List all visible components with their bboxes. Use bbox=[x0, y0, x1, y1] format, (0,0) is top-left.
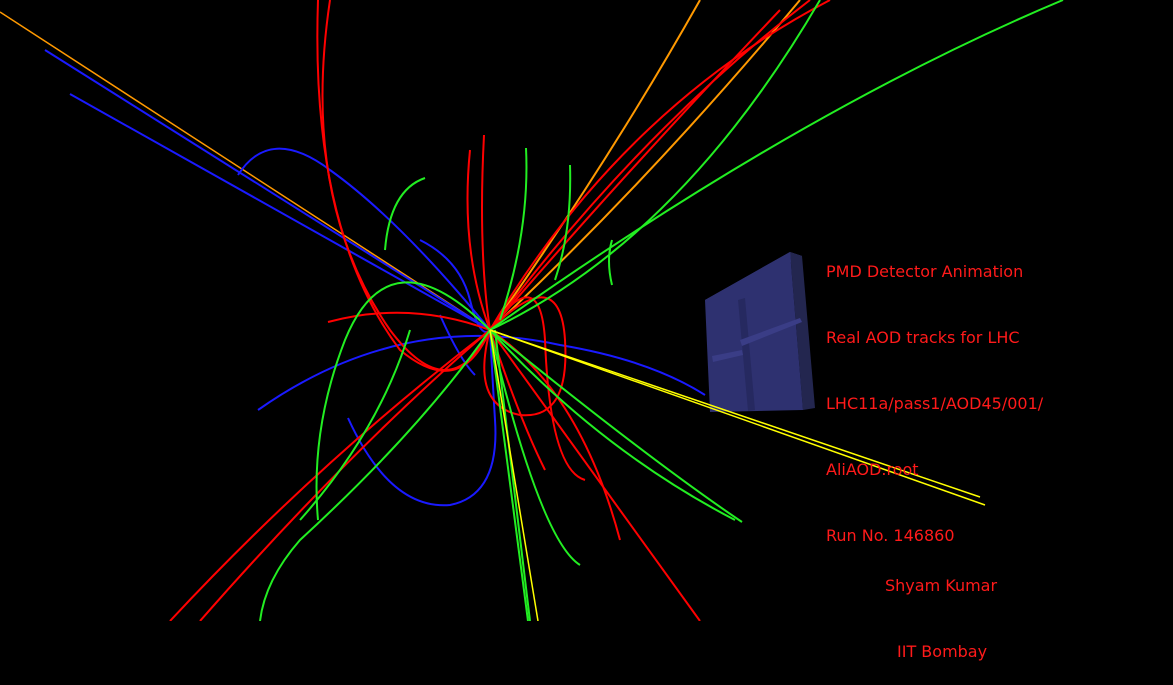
info-title: PMD Detector Animation bbox=[826, 262, 1024, 281]
info-file-name: AliAOD.root bbox=[826, 460, 919, 479]
author-credit: Shyam Kumar IIT Bombay bbox=[885, 531, 997, 685]
info-subtitle: Real AOD tracks for LHC bbox=[826, 328, 1020, 347]
event-info: PMD Detector Animation Real AOD tracks f… bbox=[826, 217, 1043, 569]
info-file-path: LHC11a/pass1/AOD45/001/ bbox=[826, 394, 1044, 413]
author-institute: IIT Bombay bbox=[897, 642, 988, 661]
author-name: Shyam Kumar bbox=[885, 576, 998, 595]
